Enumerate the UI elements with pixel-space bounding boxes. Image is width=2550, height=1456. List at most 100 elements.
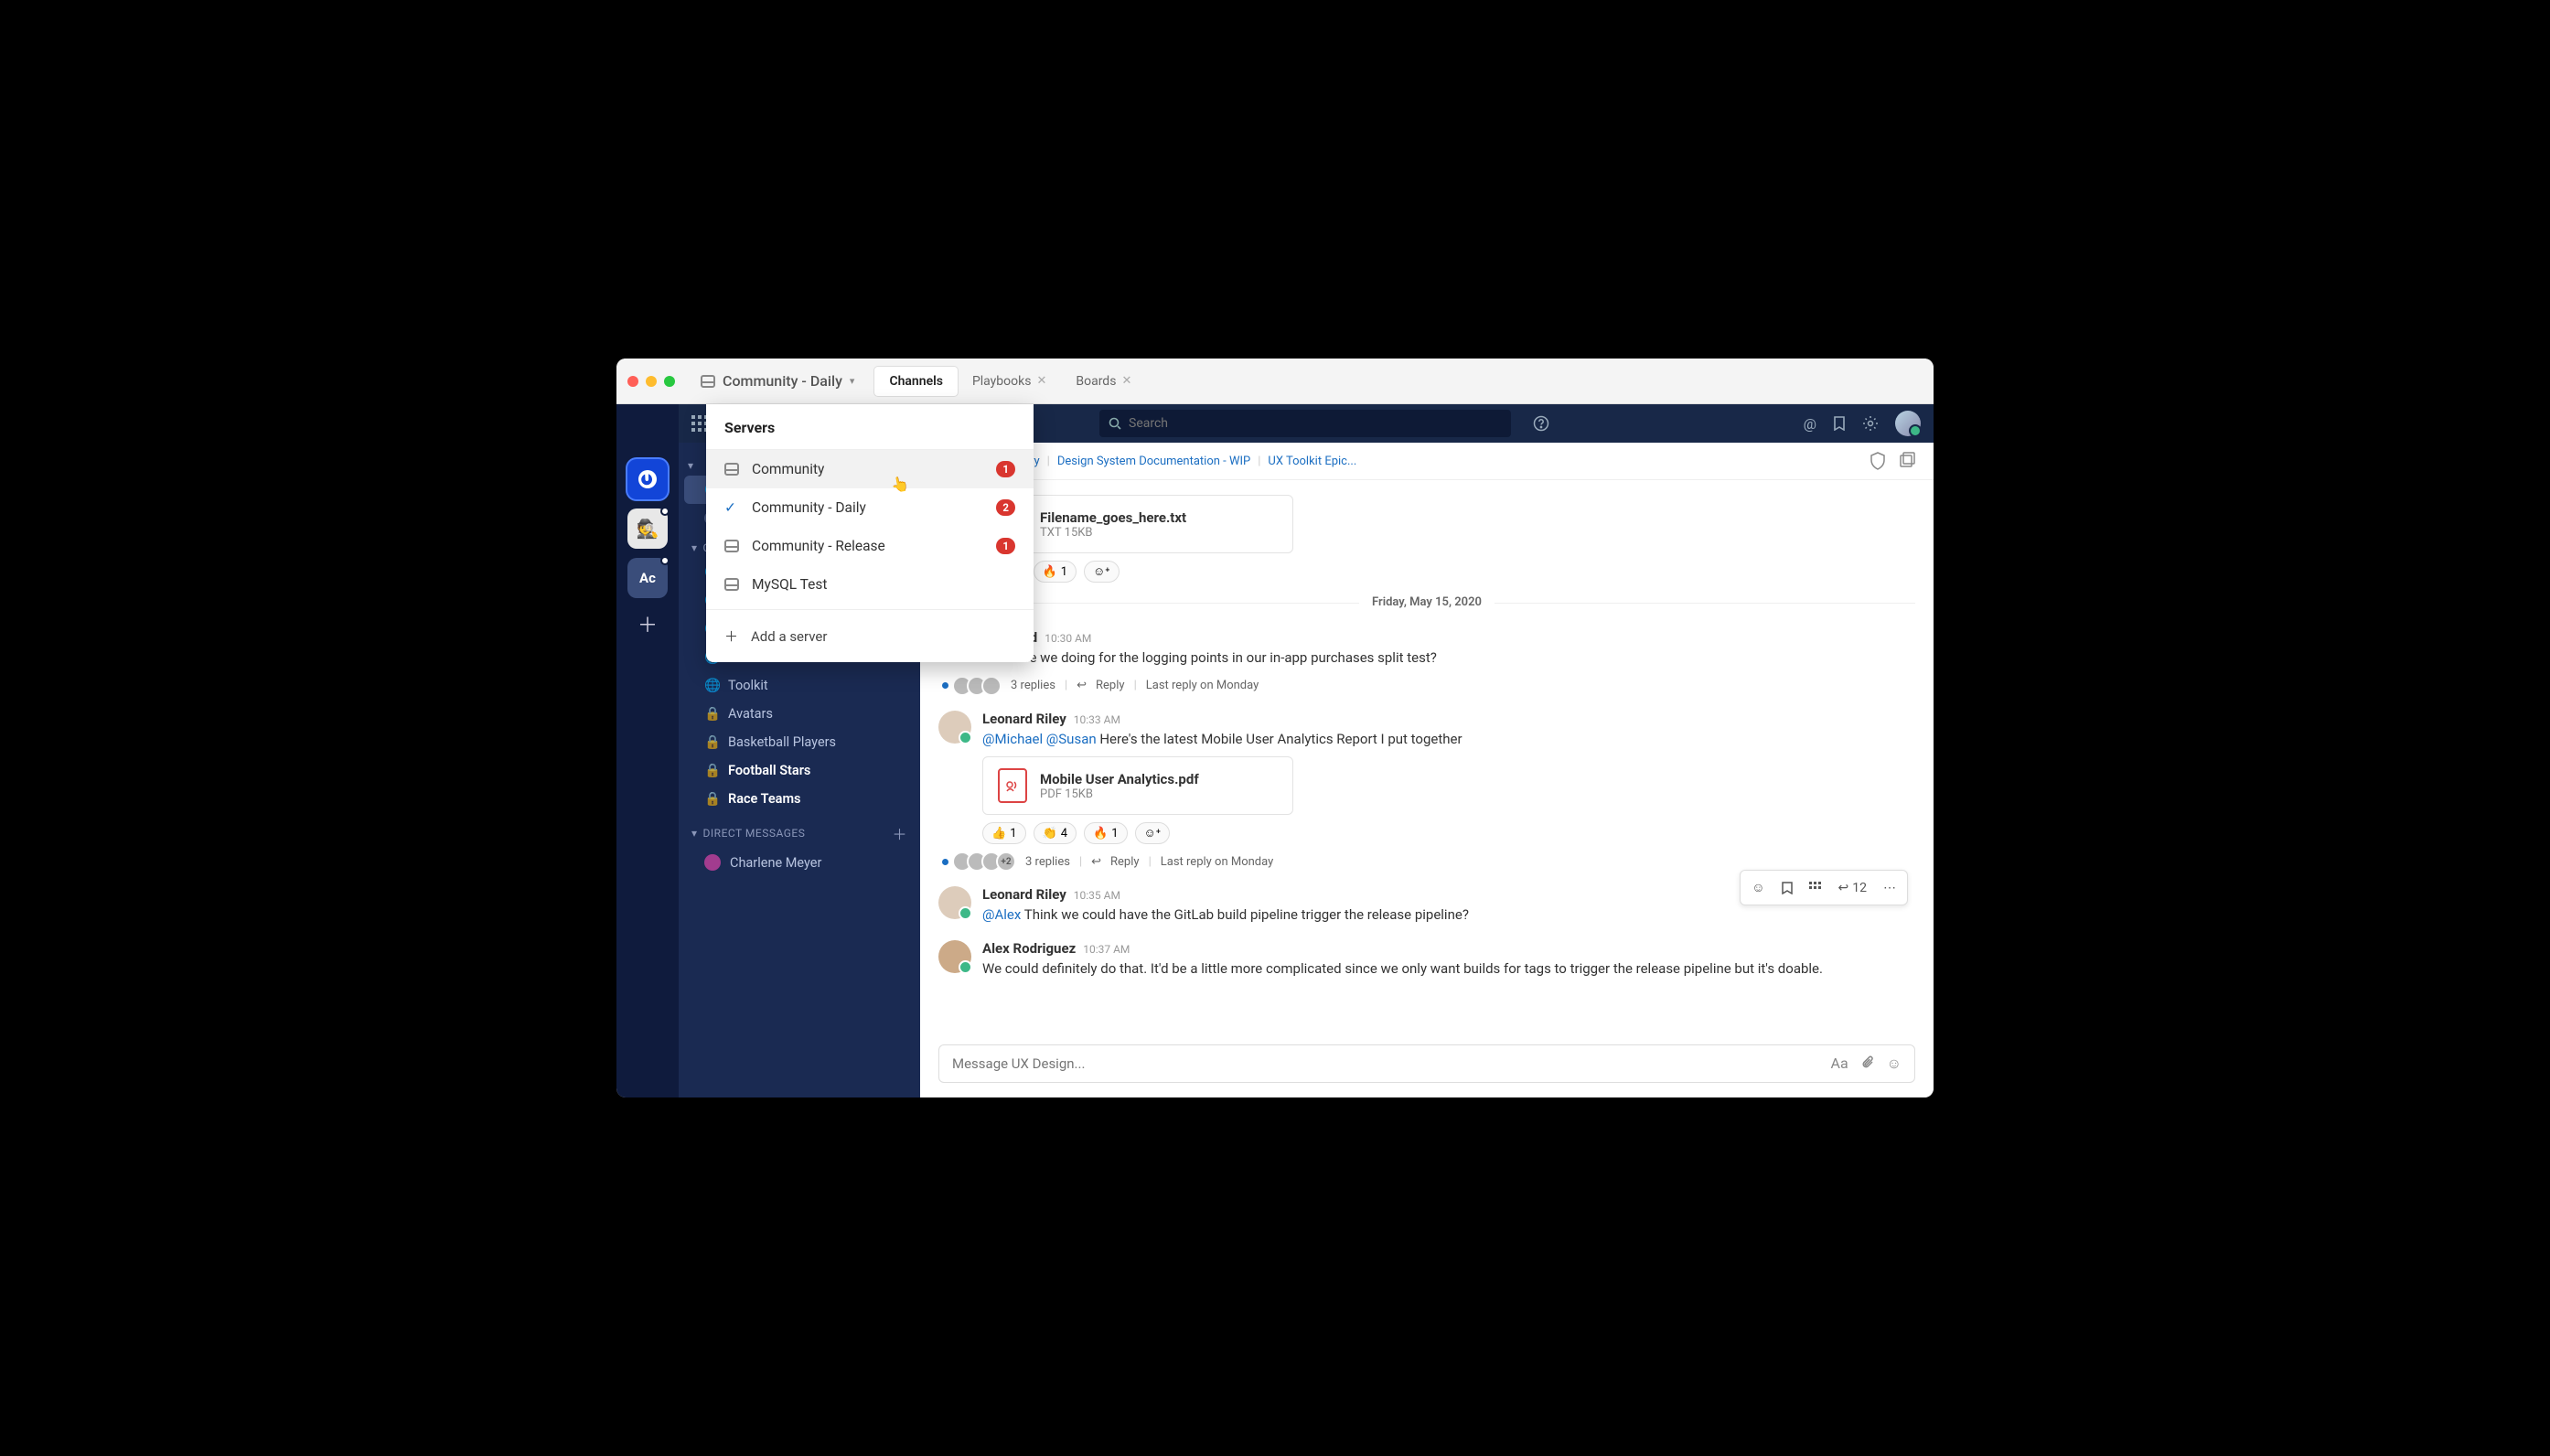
sidebar-item-avatars[interactable]: 🔒Avatars <box>679 700 920 728</box>
cursor-icon: 👆 <box>890 474 911 494</box>
message: Leonard Riley10:33 AM @Michael @Susan He… <box>938 703 1915 880</box>
message-text: We could definitely do that. It'd be a l… <box>982 958 1915 980</box>
help-icon[interactable] <box>1533 415 1549 432</box>
app-window: Community - Daily ▾ Channels Playbooks✕ … <box>616 359 1934 1097</box>
file-meta: TXT 15KB <box>1040 526 1186 540</box>
sidebar-item-race-teams[interactable]: 🔒Race Teams <box>679 785 920 813</box>
message-text: @Alex Think we could have the GitLab bui… <box>982 905 1915 926</box>
tab-channels[interactable]: Channels <box>874 367 958 396</box>
message-feed: Filename_goes_here.txt TXT 15KB 👏4 🔥1 ☺⁺… <box>920 480 1934 1044</box>
section-direct-messages[interactable]: ▾DIRECT MESSAGES＋ <box>679 813 920 848</box>
current-server-label: Community - Daily <box>723 372 842 390</box>
mention[interactable]: @Alex <box>982 906 1021 923</box>
file-name: Mobile User Analytics.pdf <box>1040 771 1199 787</box>
reply-button[interactable]: ↩ 12 <box>1831 874 1874 901</box>
server-icon <box>724 540 739 552</box>
emoji-button[interactable]: ☺ <box>1887 1055 1902 1073</box>
user-avatar[interactable] <box>1895 411 1921 436</box>
maximize-window-button[interactable] <box>664 376 675 387</box>
reactions: 👍1 👏4 🔥1 ☺⁺ <box>982 822 1915 844</box>
server-icon <box>724 578 739 591</box>
add-reaction-button[interactable]: ☺⁺ <box>1135 822 1171 844</box>
traffic-lights <box>627 376 675 387</box>
add-dm-button[interactable]: ＋ <box>892 822 907 844</box>
author-name[interactable]: Alex Rodriguez <box>982 940 1076 957</box>
sidebar-item-toolkit[interactable]: 🌐Toolkit <box>679 671 920 700</box>
rail-server-mattermost[interactable] <box>627 459 668 499</box>
tab-boards[interactable]: Boards✕ <box>1061 367 1146 396</box>
unread-dot <box>942 859 948 865</box>
chevron-down-icon: ▾ <box>688 459 694 472</box>
sidebar-item-basketball[interactable]: 🔒Basketball Players <box>679 728 920 756</box>
globe-icon: 🌐 <box>704 678 719 693</box>
channel-header: ☆ | UI Inventory| Design System Document… <box>920 443 1934 480</box>
reaction[interactable]: 🔥1 <box>1034 561 1077 583</box>
message-time: 10:30 AM <box>1045 632 1091 645</box>
more-button[interactable]: ⋯ <box>1876 874 1903 901</box>
attach-button[interactable] <box>1861 1055 1874 1073</box>
file-attachment[interactable]: Mobile User Analytics.pdf PDF 15KB <box>982 756 1293 815</box>
chevron-down-icon: ▾ <box>691 827 698 840</box>
compose-box[interactable]: Aa ☺ <box>938 1044 1915 1083</box>
dropdown-item-mysql-test[interactable]: MySQL Test <box>706 565 1034 604</box>
format-button[interactable]: Aa <box>1831 1055 1848 1073</box>
server-icon <box>724 463 739 476</box>
date-divider: Friday, May 15, 2020 <box>938 583 1915 622</box>
rail-server-2[interactable]: 🕵️ <box>627 509 668 549</box>
react-button[interactable]: ☺ <box>1744 874 1772 901</box>
settings-icon[interactable] <box>1862 415 1879 432</box>
sidebar-dm-charlene[interactable]: Charlene Meyer <box>679 848 920 877</box>
message-time: 10:33 AM <box>1074 713 1120 726</box>
thread-summary[interactable]: 3 replies | ↩Reply | Last reply on Monda… <box>938 676 1915 696</box>
mentions-icon[interactable]: @ <box>1804 415 1816 433</box>
reaction[interactable]: 🔥1 <box>1084 822 1128 844</box>
files-icon[interactable] <box>1899 452 1915 470</box>
tab-playbooks[interactable]: Playbooks✕ <box>958 367 1061 396</box>
author-name[interactable]: Leonard Riley <box>982 886 1066 903</box>
header-link[interactable]: UX Toolkit Epic... <box>1268 455 1356 468</box>
unread-dot <box>942 682 948 689</box>
bookmark-icon[interactable] <box>1833 416 1846 431</box>
header-links: UI Inventory| Design System Documentatio… <box>977 455 1356 468</box>
reaction[interactable]: 👏4 <box>1034 822 1077 844</box>
sidebar-item-football[interactable]: 🔒Football Stars <box>679 756 920 785</box>
titlebar: Community - Daily ▾ Channels Playbooks✕ … <box>616 359 1934 404</box>
close-window-button[interactable] <box>627 376 638 387</box>
minimize-window-button[interactable] <box>646 376 657 387</box>
close-icon[interactable]: ✕ <box>1121 374 1131 388</box>
actions-button[interactable] <box>1802 874 1829 901</box>
search-input[interactable] <box>1129 416 1502 431</box>
message: Alex Rodriguez10:37 AM We could definite… <box>938 933 1915 987</box>
add-server-item[interactable]: ＋ Add a server <box>706 616 1034 657</box>
check-icon: ✓ <box>724 499 739 516</box>
message-hover-actions: ☺ ↩ 12 ⋯ <box>1740 870 1908 905</box>
dropdown-item-community[interactable]: Community 1 <box>706 450 1034 488</box>
chevron-down-icon: ▾ <box>850 375 855 387</box>
add-reaction-button[interactable]: ☺⁺ <box>1084 561 1120 583</box>
top-right-actions: @ <box>1804 411 1921 436</box>
compose-input[interactable] <box>952 1055 1831 1072</box>
notification-badge: 2 <box>996 499 1015 516</box>
dropdown-title: Servers <box>706 404 1034 450</box>
reply-icon: ↩ <box>1077 679 1087 692</box>
bookmark-button[interactable] <box>1774 874 1800 901</box>
search-icon <box>1109 417 1121 430</box>
add-server-button[interactable]: ＋ <box>631 607 664 640</box>
message-avatar[interactable] <box>938 940 971 973</box>
file-meta: PDF 15KB <box>1040 787 1199 801</box>
message-avatar[interactable] <box>938 886 971 919</box>
reaction[interactable]: 👍1 <box>982 822 1026 844</box>
header-link[interactable]: Design System Documentation - WIP <box>1057 455 1250 468</box>
rail-server-ac[interactable]: Ac <box>627 558 668 598</box>
server-switcher[interactable]: Community - Daily ▾ <box>690 365 865 398</box>
shield-icon[interactable] <box>1870 452 1886 470</box>
reply-icon: ↩ <box>1091 855 1101 869</box>
dropdown-item-community-daily[interactable]: ✓ Community - Daily 2 <box>706 488 1034 527</box>
search-box[interactable] <box>1099 410 1511 437</box>
author-name[interactable]: Leonard Riley <box>982 711 1066 727</box>
thread-summary[interactable]: +2 3 replies | ↩Reply | Last reply on Mo… <box>938 851 1915 872</box>
dropdown-item-community-release[interactable]: Community - Release 1 <box>706 527 1034 565</box>
message-avatar[interactable] <box>938 711 971 744</box>
mention[interactable]: @Michael @Susan <box>982 731 1097 747</box>
close-icon[interactable]: ✕ <box>1036 374 1046 388</box>
